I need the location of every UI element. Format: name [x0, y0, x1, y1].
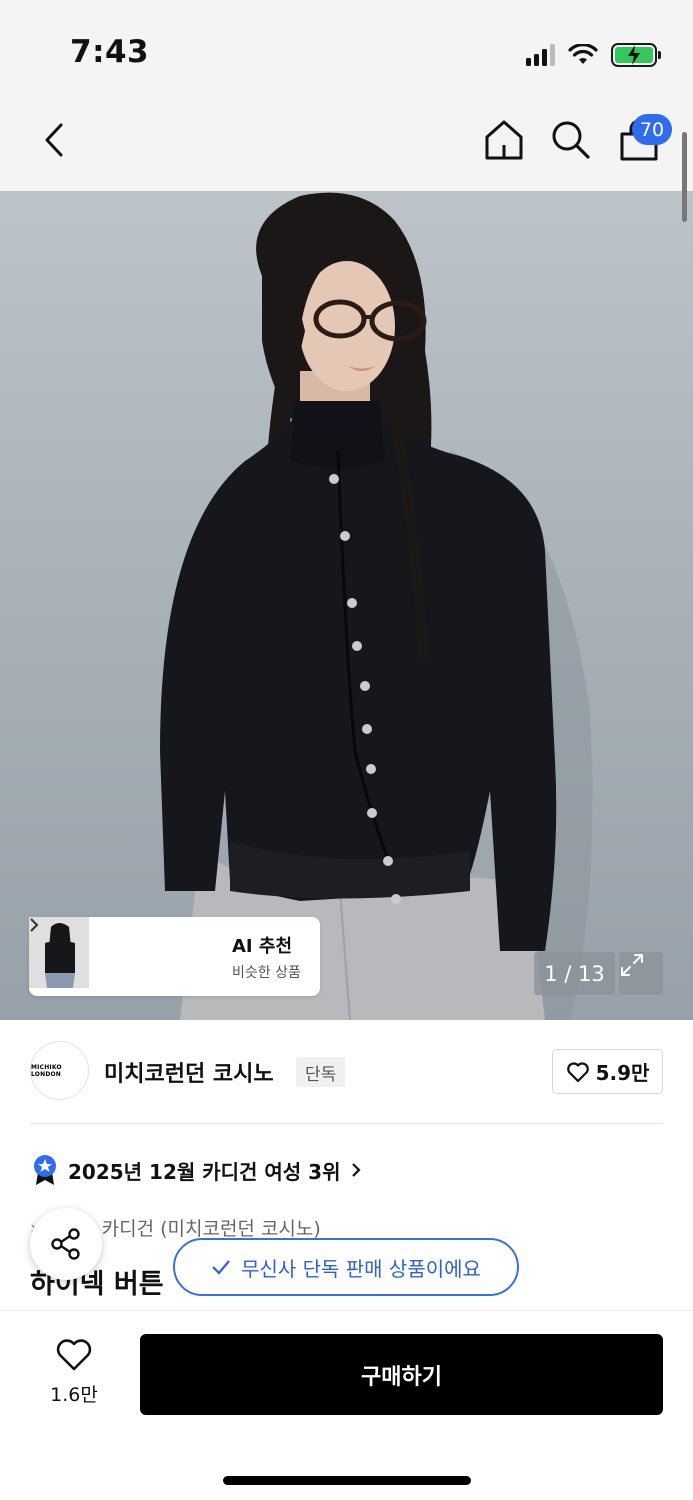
expand-icon	[621, 954, 643, 976]
wishlist-button[interactable]: 1.6만	[34, 1338, 114, 1407]
status-time: 7:43	[70, 34, 150, 70]
brand-like-count: 5.9만	[595, 1061, 650, 1085]
share-icon	[51, 1228, 80, 1260]
chevron-right-icon	[30, 918, 39, 932]
heart-icon	[566, 1061, 589, 1082]
cart-count-badge: 70	[632, 114, 672, 145]
share-button[interactable]	[30, 1208, 102, 1280]
ai-recommend-subtitle: 비슷한 상품	[232, 964, 301, 981]
status-icons	[526, 40, 661, 70]
brand-logo[interactable]: MICHIKO LONDON	[30, 1041, 89, 1100]
product-image[interactable]: AI 추천 비슷한 상품 1 / 13	[0, 191, 693, 1020]
wifi-icon	[568, 44, 598, 64]
toast-text: 무신사 단독 판매 상품이에요	[241, 1256, 481, 1281]
chevron-right-icon	[352, 1163, 362, 1177]
signal-icon	[526, 44, 555, 66]
brand-like-button[interactable]: 5.9만	[552, 1049, 663, 1094]
chevron-left-icon	[45, 123, 63, 157]
battery-icon	[611, 43, 661, 67]
wishlist-count: 1.6만	[50, 1384, 98, 1406]
ai-thumb-2[interactable]	[29, 917, 156, 992]
scrollbar[interactable]	[682, 132, 687, 222]
search-icon	[552, 121, 590, 159]
home-icon	[485, 120, 523, 160]
expand-button[interactable]	[619, 952, 663, 995]
exclusive-tag: 단독	[296, 1057, 346, 1087]
ranking-text: 2025년 12월 카디건 여성 3위	[68, 1159, 341, 1184]
buy-button[interactable]: 구매하기	[140, 1334, 663, 1415]
ai-recommend-title: AI 추천	[30, 918, 301, 958]
divider	[30, 1123, 663, 1124]
ranking-row[interactable]: 2025년 12월 카디건 여성 3위	[32, 1154, 362, 1186]
brand-name[interactable]: 미치코런던 코시노	[104, 1056, 274, 1088]
category-label: 카디건 (미치코런던 코시노)	[101, 1218, 321, 1240]
home-indicator	[223, 1476, 471, 1485]
home-button[interactable]	[481, 117, 527, 163]
heart-icon	[56, 1339, 92, 1371]
exclusive-toast: 무신사 단독 판매 상품이에요	[173, 1238, 519, 1296]
ai-thumb-3[interactable]	[29, 917, 219, 992]
product-photo	[160, 192, 593, 1020]
back-button[interactable]	[32, 118, 76, 162]
search-button[interactable]	[548, 117, 594, 163]
ai-recommend-text: AI 추천 비슷한 상품	[30, 918, 301, 982]
ranking-badge-icon	[34, 1155, 56, 1185]
ai-recommend-card[interactable]: AI 추천 비슷한 상품	[29, 917, 320, 996]
image-counter: 1 / 13	[534, 952, 615, 995]
top-area: 7:43 70	[0, 0, 693, 191]
product-page: 7:43 70 AI 추천 비슷한 상품 1 / 13 MICHIKO LOND…	[0, 0, 693, 1500]
check-icon	[212, 1260, 230, 1275]
